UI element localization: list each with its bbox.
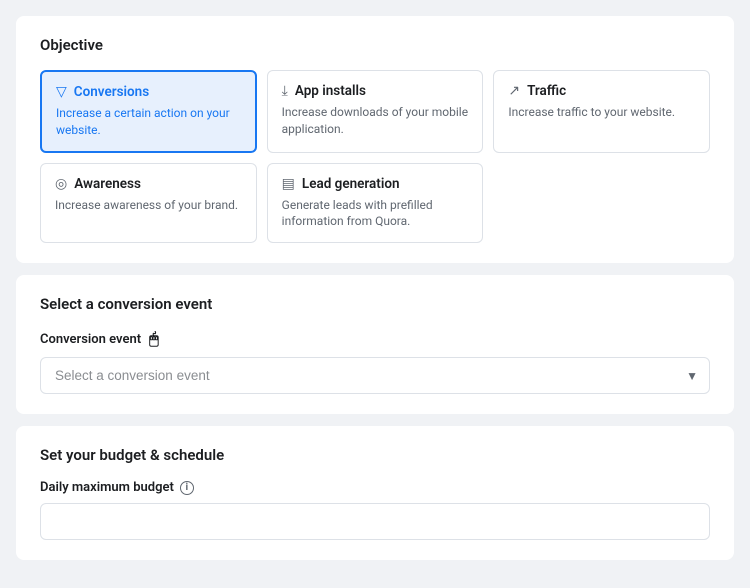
conversions-icon: ▽ (56, 84, 67, 100)
objective-title: Objective (40, 36, 710, 54)
objective-card-traffic[interactable]: ↗ Traffic Increase traffic to your website… (493, 70, 710, 153)
lead_generation-title: Lead generation (302, 176, 400, 192)
objective-card-awareness[interactable]: ◎ Awareness Increase awareness of your bra… (40, 163, 257, 244)
lead_generation-description: Generate leads with prefilled informatio… (282, 197, 469, 231)
traffic-icon: ↗ (508, 83, 520, 99)
conversion-event-select[interactable]: Select a conversion event (40, 357, 710, 394)
traffic-title: Traffic (527, 83, 566, 99)
conversion-event-select-wrapper: Select a conversion event ▼ (40, 357, 710, 394)
awareness-icon: ◎ (55, 176, 67, 192)
daily-budget-label: Daily maximum budget i (40, 480, 710, 495)
app_installs-description: Increase downloads of your mobile applic… (282, 104, 469, 138)
awareness-description: Increase awareness of your brand. (55, 197, 242, 214)
cursor-icon: 🖱 (149, 329, 159, 349)
lead_generation-icon: ▤ (282, 176, 295, 192)
awareness-title: Awareness (74, 176, 141, 192)
objective-card-app_installs[interactable]: ⤓ App installs Increase downloads of your … (267, 70, 484, 153)
objective-card-conversions[interactable]: ▽ Conversions Increase a certain action on… (40, 70, 257, 153)
daily-budget-input[interactable] (40, 503, 710, 540)
traffic-description: Increase traffic to your website. (508, 104, 695, 121)
budget-section: Set your budget & schedule Daily maximum… (16, 426, 734, 560)
objective-section: Objective ▽ Conversions Increase a certain… (16, 16, 734, 263)
budget-section-title: Set your budget & schedule (40, 446, 710, 464)
conversions-title: Conversions (74, 84, 149, 100)
conversion-event-section: Select a conversion event Conversion eve… (16, 275, 734, 414)
objective-grid: ▽ Conversions Increase a certain action on… (40, 70, 710, 243)
objective-card-lead_generation[interactable]: ▤ Lead generation Generate leads with pref… (267, 163, 484, 244)
conversions-description: Increase a certain action on your websit… (56, 105, 241, 139)
info-icon[interactable]: i (180, 481, 194, 495)
conversion-section-title: Select a conversion event (40, 295, 710, 313)
app_installs-title: App installs (295, 83, 366, 99)
conversion-event-label: Conversion event 🖱 (40, 329, 710, 349)
app_installs-icon: ⤓ (282, 83, 288, 99)
